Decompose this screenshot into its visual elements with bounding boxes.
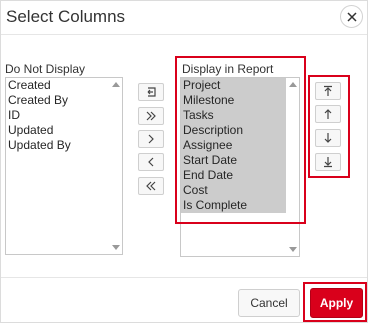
- list-item[interactable]: Start Date: [181, 153, 286, 168]
- move-left-icon: [148, 157, 154, 167]
- move-bottom-button[interactable]: [315, 153, 341, 171]
- dialog-title: Select Columns: [6, 7, 126, 26]
- list-item[interactable]: End Date: [181, 168, 286, 183]
- scroll-down-icon[interactable]: [112, 245, 120, 251]
- display-in-report-label: Display in Report: [182, 62, 274, 76]
- list-item[interactable]: Milestone: [181, 93, 286, 108]
- do-not-display-label: Do Not Display: [5, 62, 86, 76]
- list-item[interactable]: Created By: [6, 93, 122, 108]
- list-item[interactable]: Project: [181, 78, 286, 93]
- display-in-report-list[interactable]: Project Milestone Tasks Description Assi…: [180, 77, 300, 257]
- move-down-icon: [324, 133, 332, 143]
- move-right-button[interactable]: [138, 130, 164, 148]
- list-item[interactable]: Cost: [181, 183, 286, 198]
- scroll-up-icon[interactable]: [289, 81, 297, 87]
- display-in-report-items: Project Milestone Tasks Description Assi…: [181, 78, 286, 213]
- reset-button[interactable]: [138, 83, 164, 101]
- move-all-right-button[interactable]: [138, 107, 164, 125]
- list-item[interactable]: Tasks: [181, 108, 286, 123]
- dialog-title-bar: Select Columns: [1, 1, 367, 35]
- select-columns-dialog: Select Columns Do Not Display Created Cr…: [0, 0, 368, 323]
- scroll-down-icon[interactable]: [289, 247, 297, 253]
- list-item[interactable]: Created: [6, 78, 122, 93]
- list-item[interactable]: Updated By: [6, 138, 122, 153]
- move-all-right-icon: [146, 111, 156, 121]
- apply-button[interactable]: Apply: [310, 288, 363, 318]
- list-item[interactable]: Is Complete: [181, 198, 286, 213]
- do-not-display-list[interactable]: Created Created By ID Updated Updated By: [5, 77, 123, 255]
- list-item[interactable]: Assignee: [181, 138, 286, 153]
- do-not-display-items: Created Created By ID Updated Updated By: [6, 78, 122, 153]
- move-left-button[interactable]: [138, 153, 164, 171]
- cancel-button[interactable]: Cancel: [238, 289, 300, 317]
- list-item[interactable]: ID: [6, 108, 122, 123]
- move-down-button[interactable]: [315, 129, 341, 147]
- move-up-icon: [324, 109, 332, 119]
- close-icon: [346, 11, 357, 22]
- move-all-left-icon: [146, 181, 156, 191]
- list-item[interactable]: Updated: [6, 123, 122, 138]
- list-item[interactable]: Description: [181, 123, 286, 138]
- close-button[interactable]: [340, 5, 363, 28]
- move-right-icon: [148, 134, 154, 144]
- move-up-button[interactable]: [315, 105, 341, 123]
- reset-icon: [147, 87, 156, 97]
- move-all-left-button[interactable]: [138, 177, 164, 195]
- move-bottom-icon: [324, 157, 332, 168]
- scroll-up-icon[interactable]: [112, 81, 120, 87]
- move-top-button[interactable]: [315, 82, 341, 100]
- move-top-icon: [324, 85, 332, 96]
